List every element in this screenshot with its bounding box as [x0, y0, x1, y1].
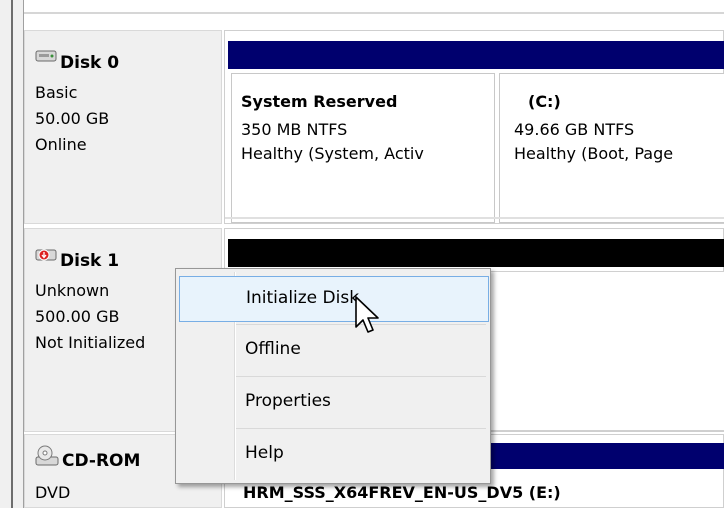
menu-item-offline[interactable]: Offline [179, 328, 487, 372]
context-menu: Initialize Disk Offline Properties Help [175, 268, 491, 484]
cdrom-name: CD-ROM [62, 451, 141, 471]
disk-1-name: Disk 1 [60, 251, 120, 271]
partition-c[interactable]: (C:) 49.66 GB NTFS Healthy (Boot, Page [499, 73, 724, 223]
window-left-border [0, 0, 24, 508]
partition-bar [228, 41, 724, 69]
menu-item-label: Properties [245, 391, 331, 411]
partition-system-reserved[interactable]: System Reserved 350 MB NTFS Healthy (Sys… [231, 73, 495, 223]
unallocated-bar [228, 239, 724, 267]
disk-1-size: 500.00 GB [35, 307, 120, 326]
menu-separator [236, 428, 486, 429]
partition-separator [225, 217, 724, 219]
menu-item-label: Help [245, 443, 284, 463]
partition-health: Healthy (Boot, Page [514, 144, 674, 163]
disk-0-type: Basic [35, 83, 78, 102]
mouse-pointer-icon [355, 296, 379, 333]
disk-1-type: Unknown [35, 281, 110, 300]
disk-1-status: Not Initialized [35, 333, 146, 352]
disk-0-size: 50.00 GB [35, 109, 110, 128]
partition-name: (C:) [528, 92, 561, 111]
disk-drive-icon [35, 50, 57, 62]
menu-item-properties[interactable]: Properties [179, 380, 487, 424]
menu-separator [236, 376, 486, 377]
cdrom-icon [35, 445, 59, 466]
top-divider [24, 12, 724, 14]
disk-0-label-panel[interactable]: Disk 0 Basic 50.00 GB Online [24, 30, 222, 224]
disk-0-name: Disk 0 [60, 53, 120, 73]
cdrom-volume-label[interactable]: HRM_SSS_X64FREV_EN-US_DV5 (E:) [243, 483, 561, 502]
menu-item-initialize-disk[interactable]: Initialize Disk [179, 276, 489, 322]
disk-0-status: Online [35, 135, 87, 154]
partition-fs: 350 MB NTFS [241, 120, 348, 139]
menu-item-label: Offline [245, 339, 301, 359]
partition-health: Healthy (System, Activ [241, 144, 424, 163]
menu-item-label: Initialize Disk [246, 288, 360, 308]
partition-fs: 49.66 GB NTFS [514, 120, 635, 139]
partition-name: System Reserved [241, 92, 398, 111]
menu-item-help[interactable]: Help [179, 432, 487, 476]
cdrom-type: DVD [35, 483, 71, 502]
unknown-disk-icon [35, 249, 57, 261]
disk-0-partition-area: System Reserved 350 MB NTFS Healthy (Sys… [224, 30, 724, 224]
